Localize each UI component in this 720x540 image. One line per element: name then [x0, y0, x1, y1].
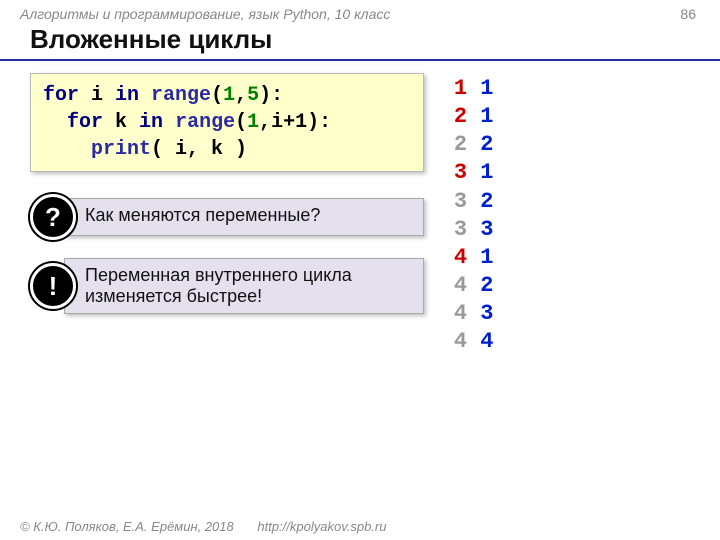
- output-k: 2: [480, 132, 493, 157]
- output-i: 4: [454, 301, 467, 326]
- output-k: 3: [480, 217, 493, 242]
- program-output: 1 12 12 23 13 23 34 14 24 34 4: [454, 73, 700, 357]
- output-k: 4: [480, 329, 493, 354]
- output-i: 2: [454, 132, 467, 157]
- output-row: 2 1: [454, 103, 700, 131]
- output-k: 1: [480, 76, 493, 101]
- output-row: 4 2: [454, 272, 700, 300]
- output-k: 2: [480, 273, 493, 298]
- keyword-in: in: [139, 111, 163, 134]
- output-row: 3 3: [454, 216, 700, 244]
- output-row: 2 2: [454, 131, 700, 159]
- output-row: 1 1: [454, 75, 700, 103]
- output-row: 3 2: [454, 188, 700, 216]
- callout-exclaim-text: Переменная внутреннего цикла изменяется …: [64, 258, 424, 314]
- output-i: 3: [454, 189, 467, 214]
- output-k: 1: [480, 104, 493, 129]
- output-k: 2: [480, 189, 493, 214]
- output-i: 4: [454, 273, 467, 298]
- output-row: 4 4: [454, 328, 700, 356]
- page-number: 86: [680, 6, 696, 22]
- keyword-for: for: [67, 111, 103, 134]
- footer-url: http://kpolyakov.spb.ru: [257, 519, 386, 534]
- output-row: 3 1: [454, 159, 700, 187]
- fn-range: range: [163, 111, 235, 134]
- output-k: 1: [480, 160, 493, 185]
- output-row: 4 1: [454, 244, 700, 272]
- callout-question-text: Как меняются переменные?: [64, 198, 424, 236]
- output-k: 1: [480, 245, 493, 270]
- output-i: 3: [454, 160, 467, 185]
- keyword-for: for: [43, 84, 79, 107]
- callout-question: ? Как меняются переменные?: [30, 194, 424, 240]
- breadcrumb: Алгоритмы и программирование, язык Pytho…: [0, 0, 720, 22]
- code-block: for i in range(1,5): for k in range(1,i+…: [30, 73, 424, 172]
- exclaim-mark-icon: !: [30, 263, 76, 309]
- keyword-in: in: [115, 84, 139, 107]
- output-row: 4 3: [454, 300, 700, 328]
- footer: © К.Ю. Поляков, Е.А. Ерёмин, 2018 http:/…: [20, 519, 386, 534]
- fn-range: range: [139, 84, 211, 107]
- output-i: 4: [454, 329, 467, 354]
- output-i: 3: [454, 217, 467, 242]
- output-i: 1: [454, 76, 467, 101]
- copyright: © К.Ю. Поляков, Е.А. Ерёмин, 2018: [20, 519, 234, 534]
- output-k: 3: [480, 301, 493, 326]
- page-title: Вложенные циклы: [0, 22, 720, 61]
- callout-exclaim: ! Переменная внутреннего цикла изменяетс…: [30, 258, 424, 314]
- question-mark-icon: ?: [30, 194, 76, 240]
- fn-print: print: [91, 138, 151, 161]
- output-i: 2: [454, 104, 467, 129]
- output-i: 4: [454, 245, 467, 270]
